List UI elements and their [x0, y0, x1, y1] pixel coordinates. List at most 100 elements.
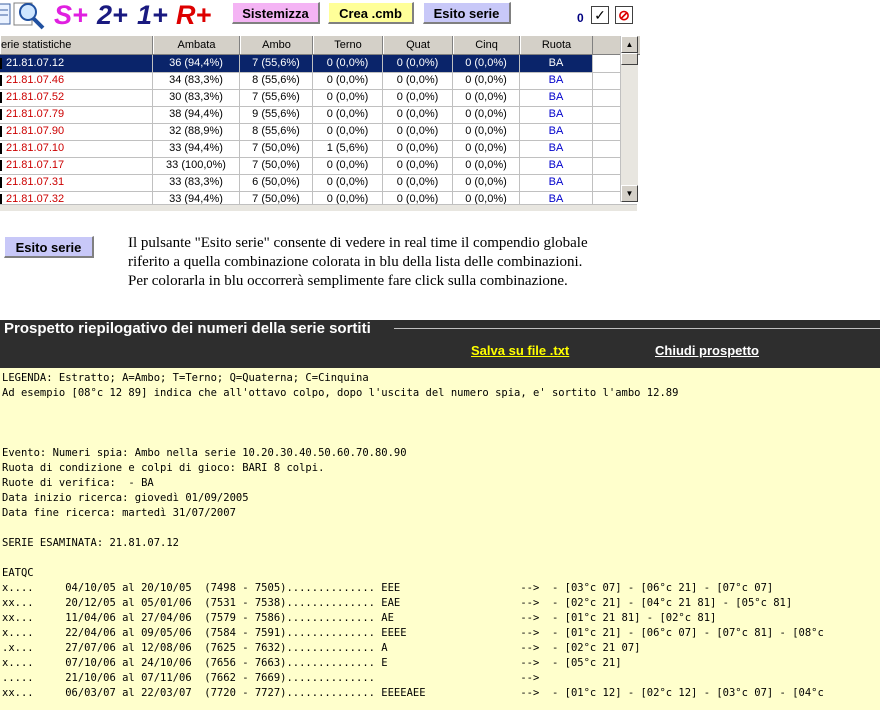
- table-row[interactable]: 21.81.07.12 36 (94,4%) 7 (55,6%) 0 (0,0%) 0 …: [0, 55, 620, 73]
- ambo-cell: 8 (55,6%): [240, 123, 313, 140]
- table-row[interactable]: 21.81.07.90 32 (88,9%) 8 (55,6%) 0 (0,0%) 0 …: [0, 123, 620, 141]
- ambo-cell: 8 (55,6%): [240, 72, 313, 89]
- one-plus-button[interactable]: 1+: [137, 0, 168, 30]
- report-text-area[interactable]: LEGENDA: Estratto; A=Ambo; T=Terno; Q=Qu…: [0, 368, 880, 710]
- scroll-up-icon[interactable]: ▲: [621, 36, 638, 53]
- two-plus-button[interactable]: 2+: [97, 0, 128, 30]
- row-marker: [0, 75, 2, 86]
- window-icon: [0, 3, 11, 25]
- column-header-ruota[interactable]: Ruota: [520, 36, 593, 54]
- ambata-cell: 33 (83,3%): [153, 174, 240, 191]
- report-line: xx... 06/03/07 al 22/03/07 (7720 - 7727)…: [2, 687, 824, 699]
- ambo-cell: 7 (55,6%): [240, 89, 313, 106]
- report-line: xx... 20/12/05 al 05/01/06 (7531 - 7538)…: [2, 597, 793, 609]
- crea-cmb-button[interactable]: Crea .cmb: [328, 2, 414, 24]
- column-header-cinq[interactable]: Cinq: [453, 36, 520, 54]
- ambo-cell: 7 (50,0%): [240, 157, 313, 174]
- description-content: Il pulsante "Esito serie" consente di ve…: [128, 235, 588, 289]
- s-plus-button[interactable]: S+: [54, 0, 88, 30]
- table-row[interactable]: 21.81.07.10 33 (94,4%) 7 (50,0%) 1 (5,6%) 0 …: [0, 140, 620, 158]
- cinq-cell: 0 (0,0%): [453, 174, 520, 191]
- quat-cell: 0 (0,0%): [383, 106, 453, 123]
- terno-cell: 0 (0,0%): [313, 55, 383, 72]
- series-name-cell: 21.81.07.31: [0, 174, 153, 191]
- cinq-cell: 0 (0,0%): [453, 55, 520, 72]
- series-stats-grid[interactable]: erie statistiche Ambata Ambo Terno Quat …: [0, 36, 640, 212]
- row-marker: [0, 92, 2, 103]
- column-header-series[interactable]: erie statistiche: [0, 36, 153, 54]
- quat-cell: 0 (0,0%): [383, 157, 453, 174]
- column-header-ambo[interactable]: Ambo: [240, 36, 313, 54]
- table-row[interactable]: 21.81.07.31 33 (83,3%) 6 (50,0%) 0 (0,0%) 0 …: [0, 174, 620, 192]
- quat-cell: 0 (0,0%): [383, 140, 453, 157]
- report-line: Evento: Numeri spia: Ambo nella serie 10…: [2, 447, 407, 459]
- sistemizza-button[interactable]: Sistemizza: [232, 2, 320, 24]
- series-name-cell: 21.81.07.17: [0, 157, 153, 174]
- table-row[interactable]: 21.81.07.79 38 (94,4%) 9 (55,6%) 0 (0,0%) 0 …: [0, 106, 620, 124]
- cinq-cell: 0 (0,0%): [453, 106, 520, 123]
- cinq-cell: 0 (0,0%): [453, 89, 520, 106]
- series-name-cell: 21.81.07.46: [0, 72, 153, 89]
- terno-cell: 1 (5,6%): [313, 140, 383, 157]
- ambata-cell: 30 (83,3%): [153, 89, 240, 106]
- column-header-ambata[interactable]: Ambata: [153, 36, 240, 54]
- ambo-cell: 7 (50,0%): [240, 140, 313, 157]
- quat-cell: 0 (0,0%): [383, 89, 453, 106]
- check-icon[interactable]: ✓: [591, 6, 609, 24]
- partial-app-icon[interactable]: [0, 0, 12, 30]
- report-line: xx... 11/04/06 al 27/04/06 (7579 - 7586)…: [2, 612, 717, 624]
- report-line: Ad esempio [08°c 12 89] indica che all'o…: [2, 387, 679, 399]
- report-line: Data fine ricerca: martedì 31/07/2007: [2, 507, 236, 519]
- r-plus-button[interactable]: R+: [176, 0, 211, 30]
- ambo-cell: 7 (55,6%): [240, 55, 313, 72]
- column-header-quat[interactable]: Quat: [383, 36, 453, 54]
- report-line: Data inizio ricerca: giovedì 01/09/2005: [2, 492, 249, 504]
- save-file-link[interactable]: Salva su file .txt: [471, 343, 569, 358]
- table-row[interactable]: 21.81.07.52 30 (83,3%) 7 (55,6%) 0 (0,0%) 0 …: [0, 89, 620, 107]
- terno-cell: 0 (0,0%): [313, 106, 383, 123]
- report-line: .x... 27/07/06 al 12/08/06 (7625 - 7632)…: [2, 642, 641, 654]
- ruota-cell: BA: [520, 55, 593, 72]
- report-line: Ruota di condizione e colpi di gioco: BA…: [2, 462, 325, 474]
- ambo-cell: 6 (50,0%): [240, 174, 313, 191]
- row-marker: [0, 177, 2, 188]
- table-row[interactable]: 21.81.07.17 33 (100,0%) 7 (50,0%) 0 (0,0%) 0…: [0, 157, 620, 175]
- terno-cell: 0 (0,0%): [313, 123, 383, 140]
- close-report-link[interactable]: Chiudi prospetto: [655, 343, 759, 358]
- table-row[interactable]: 21.81.07.46 34 (83,3%) 8 (55,6%) 0 (0,0%) 0 …: [0, 72, 620, 90]
- quat-cell: 0 (0,0%): [383, 123, 453, 140]
- ambata-cell: 36 (94,4%): [153, 55, 240, 72]
- ruota-cell: BA: [520, 157, 593, 174]
- quat-cell: 0 (0,0%): [383, 72, 453, 89]
- cinq-cell: 0 (0,0%): [453, 157, 520, 174]
- report-line: x.... 04/10/05 al 20/10/05 (7498 - 7505)…: [2, 582, 774, 594]
- stop-icon[interactable]: ⊘: [615, 6, 633, 24]
- esito-serie-sample-button[interactable]: Esito serie: [4, 236, 94, 258]
- series-name-cell: 21.81.07.52: [0, 89, 153, 106]
- report-line: Ruote di verifica: - BA: [2, 477, 154, 489]
- report-line: x.... 22/04/06 al 09/05/06 (7584 - 7591)…: [2, 627, 824, 639]
- report-line: SERIE ESAMINATA: 21.81.07.12: [2, 537, 180, 549]
- vertical-scrollbar[interactable]: ▲ ▼: [620, 36, 638, 202]
- ruota-cell: BA: [520, 106, 593, 123]
- terno-cell: 0 (0,0%): [313, 174, 383, 191]
- magnifier-icon: [13, 2, 45, 30]
- cinq-cell: 0 (0,0%): [453, 72, 520, 89]
- terno-cell: 0 (0,0%): [313, 72, 383, 89]
- scroll-thumb[interactable]: [621, 53, 638, 65]
- description-text: Il pulsante "Esito serie" consente di ve…: [128, 234, 618, 322]
- title-rule: [394, 328, 880, 329]
- column-header-terno[interactable]: Terno: [313, 36, 383, 54]
- ruota-cell: BA: [520, 140, 593, 157]
- esito-serie-button[interactable]: Esito serie: [423, 2, 511, 24]
- row-marker: [0, 109, 2, 120]
- ambata-cell: 32 (88,9%): [153, 123, 240, 140]
- ruota-cell: BA: [520, 174, 593, 191]
- series-name-cell: 21.81.07.79: [0, 106, 153, 123]
- horizontal-scrollbar[interactable]: [0, 204, 637, 211]
- scroll-down-icon[interactable]: ▼: [621, 185, 638, 202]
- ambata-cell: 38 (94,4%): [153, 106, 240, 123]
- quat-cell: 0 (0,0%): [383, 55, 453, 72]
- report-title: Prospetto riepilogativo dei numeri della…: [4, 320, 375, 340]
- search-tool-button[interactable]: [13, 0, 47, 30]
